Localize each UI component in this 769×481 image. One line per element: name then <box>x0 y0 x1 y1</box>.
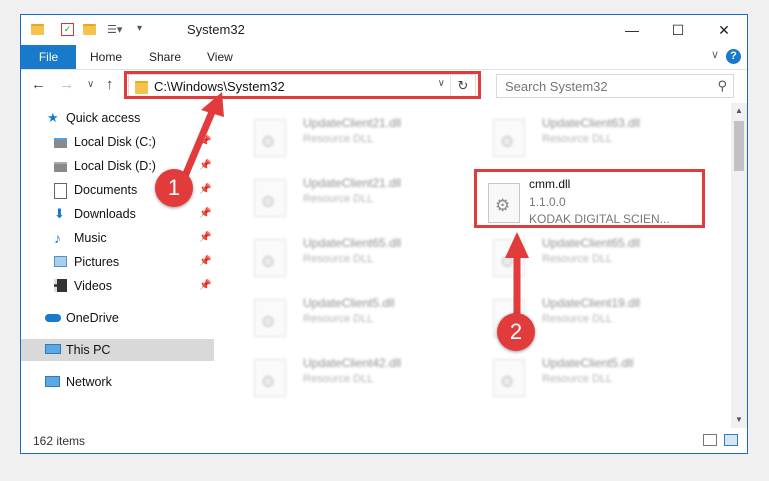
arrow-1-head <box>201 92 224 117</box>
arrow-1-shaft <box>181 108 216 180</box>
step-marker-1: 1 <box>155 169 193 207</box>
step-marker-2: 2 <box>497 313 535 351</box>
annotation-arrows <box>181 92 529 322</box>
arrow-2-head <box>505 232 529 258</box>
